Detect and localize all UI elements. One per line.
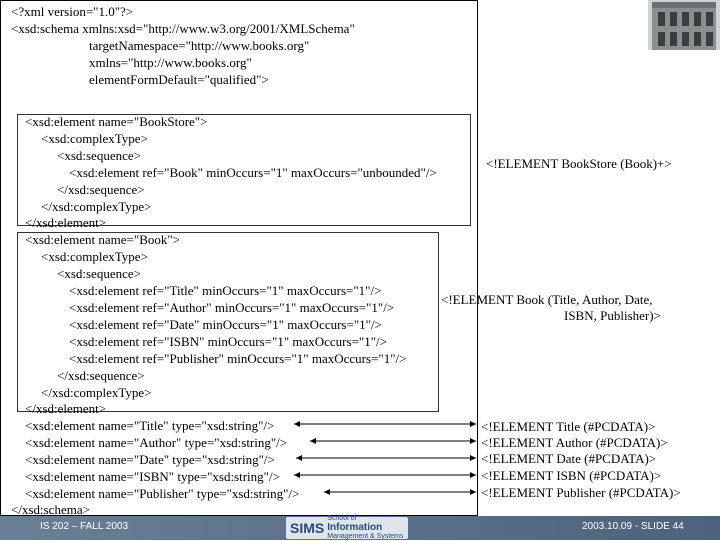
code-line: <xsd:sequence> — [57, 148, 141, 163]
course-label: IS 202 – FALL 2003 — [40, 521, 129, 532]
code-line: <xsd:element name="BookStore"> — [25, 114, 208, 129]
dtd-isbn: <!ELEMENT ISBN (#PCDATA)> — [481, 468, 662, 483]
slide-label: 2003.10.09 - SLIDE 44 — [582, 521, 684, 532]
code-line: </xsd:complexType> — [41, 199, 152, 214]
code-line: <xsd:element name="Book"> — [25, 232, 180, 247]
dtd-author: <!ELEMENT Author (#PCDATA)> — [481, 435, 668, 450]
dtd-bookstore: <!ELEMENT BookStore (Book)+> — [486, 156, 672, 171]
code-line: <xsd:element ref="Publisher" minOccurs="… — [69, 351, 407, 366]
code-line: <xsd:element ref="ISBN" minOccurs="1" ma… — [69, 334, 387, 349]
dtd-date: <!ELEMENT Date (#PCDATA)> — [481, 451, 657, 466]
code-line: targetNamespace="http://www.books.org" — [89, 38, 310, 53]
code-line: <xsd:complexType> — [41, 131, 148, 146]
code-line: xmlns="http://www.books.org" — [89, 55, 252, 70]
code-line: </xsd:sequence> — [57, 368, 145, 383]
code-line: <xsd:element ref="Author" minOccurs="1" … — [69, 300, 395, 315]
code-panel: <?xml version="1.0"?> <xsd:schema xmlns:… — [0, 0, 478, 517]
code-line: <xsd:element name="Author" type="xsd:str… — [25, 435, 288, 450]
building-photo — [648, 0, 720, 50]
logo-text-stack: School of Information Management & Syste… — [327, 515, 403, 541]
code-line: <xsd:element name="Date" type="xsd:strin… — [25, 452, 275, 467]
code-line: </xsd:element> — [25, 215, 107, 230]
logo-big-text: Information — [327, 522, 383, 533]
code-line: <?xml version="1.0"?> — [11, 4, 134, 19]
code-line: <xsd:sequence> — [57, 266, 141, 281]
dtd-title: <!ELEMENT Title (#PCDATA)> — [481, 419, 656, 434]
code-line: </xsd:sequence> — [57, 182, 145, 197]
code-line: <xsd:element name="Title" type="xsd:stri… — [25, 418, 275, 433]
code-line: <xsd:element ref="Date" minOccurs="1" ma… — [69, 317, 382, 332]
sims-logo: SIMS School of Information Management & … — [286, 515, 408, 541]
code-line: <xsd:element ref="Title" minOccurs="1" m… — [69, 283, 382, 298]
code-line: <xsd:schema xmlns:xsd="http://www.w3.org… — [11, 21, 355, 36]
code-line: <xsd:element name="ISBN" type="xsd:strin… — [25, 469, 280, 484]
code-line: <xsd:complexType> — [41, 249, 148, 264]
code-line: elementFormDefault="qualified"> — [89, 72, 269, 87]
dtd-book-line2: ISBN, Publisher)> — [564, 308, 661, 323]
code-line: <xsd:element ref="Book" minOccurs="1" ma… — [69, 165, 437, 180]
code-line: </xsd:complexType> — [41, 385, 152, 400]
code-line: <xsd:element name="Publisher" type="xsd:… — [25, 486, 300, 501]
dtd-book-line1: <!ELEMENT Book (Title, Author, Date, — [441, 292, 653, 307]
code-line: </xsd:element> — [25, 401, 107, 416]
logo-main-text: SIMS — [290, 520, 325, 536]
dtd-publisher: <!ELEMENT Publisher (#PCDATA)> — [481, 485, 681, 500]
